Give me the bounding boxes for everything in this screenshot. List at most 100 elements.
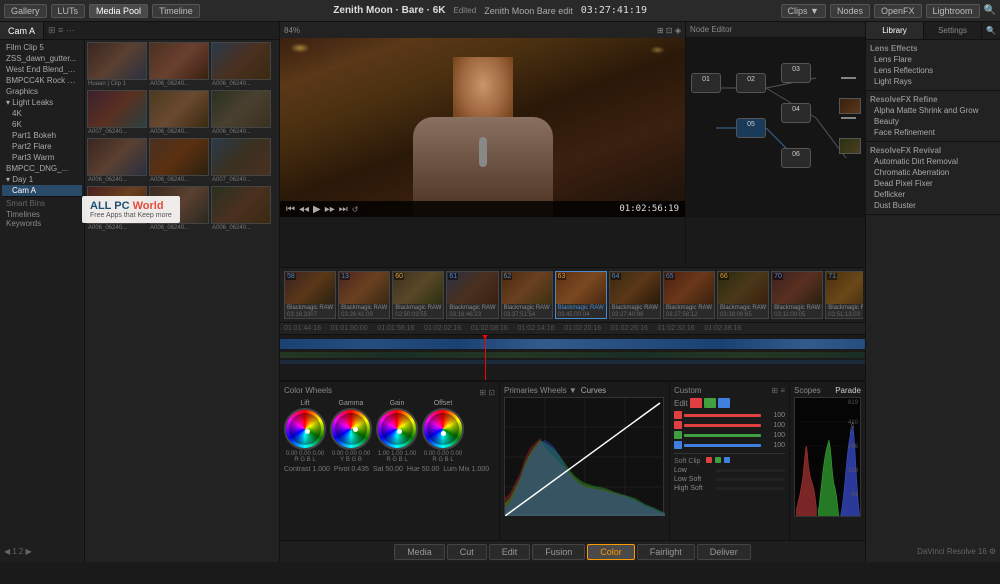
cut-tab[interactable]: Cut: [447, 544, 487, 560]
strip-clip-58[interactable]: 58 Blackmagic RAW 03:16:3307: [284, 271, 336, 319]
search-icon-rp[interactable]: 🔍: [982, 22, 1000, 39]
slider-1[interactable]: [684, 414, 761, 417]
prev-frame-btn[interactable]: ⏮: [286, 204, 295, 215]
timelines-item[interactable]: Timelines: [6, 210, 78, 219]
gallery-btn[interactable]: Gallery: [4, 4, 47, 18]
edit-blue[interactable]: [718, 398, 730, 408]
lib-deflicker[interactable]: Deflicker: [870, 189, 996, 200]
low-slider[interactable]: [716, 469, 785, 472]
thumb-2[interactable]: A006_06240...: [149, 42, 209, 88]
center-area: 84% ⊞ ⊡ ◈: [280, 22, 865, 562]
thumb-3[interactable]: A006_06240...: [211, 42, 271, 88]
lib-alpha-matte[interactable]: Alpha Matte Shrink and Grow: [870, 105, 996, 116]
node-1[interactable]: 01: [691, 73, 721, 93]
nodes-btn[interactable]: Nodes: [830, 4, 870, 18]
node-2[interactable]: 02: [736, 73, 766, 93]
gain-circle[interactable]: [376, 408, 418, 450]
play-back-btn[interactable]: ◂◂: [299, 204, 309, 215]
slider-3[interactable]: [684, 434, 761, 437]
strip-clip-64[interactable]: 64 Blackmagic RAW 03:27:40:96: [609, 271, 661, 319]
resolvefx-revival-title: ResolveFX Revival: [870, 145, 996, 156]
node-6[interactable]: 06: [781, 148, 811, 168]
lib-dead-pixel[interactable]: Dead Pixel Fixer: [870, 178, 996, 189]
fairlight-tab[interactable]: Fairlight: [637, 544, 695, 560]
tree-film-clip5[interactable]: Film Clip 5: [2, 42, 82, 53]
edit-red[interactable]: [690, 398, 702, 408]
tree-bmpcc-dng[interactable]: BMPCC_DNG_...: [2, 163, 82, 174]
thumb-9[interactable]: A007_06240...: [211, 138, 271, 184]
gamma-circle[interactable]: [330, 408, 372, 450]
deliver-tab[interactable]: Deliver: [697, 544, 751, 560]
thumb-6[interactable]: A006_06240...: [211, 90, 271, 136]
low-soft-slider[interactable]: [716, 478, 785, 481]
lib-auto-dirt[interactable]: Automatic Dirt Removal: [870, 156, 996, 167]
tree-part1[interactable]: Part1 Bokeh: [2, 130, 82, 141]
lib-chromatic[interactable]: Chromatic Aberration: [870, 167, 996, 178]
openfx-btn[interactable]: OpenFX: [874, 4, 922, 18]
settings-tab[interactable]: Settings: [924, 22, 982, 39]
strip-clip-65[interactable]: 65 Blackmagic RAW 03:27:58:12: [663, 271, 715, 319]
tree-cama[interactable]: Cam A: [2, 185, 82, 196]
lib-dust-buster[interactable]: Dust Buster: [870, 200, 996, 211]
high-soft-slider[interactable]: [716, 487, 785, 490]
tree-zss[interactable]: ZSS_dawn_gutter...: [2, 53, 82, 64]
lib-beauty[interactable]: Beauty: [870, 116, 996, 127]
slider-fill-2: [684, 424, 761, 427]
strip-clip-13[interactable]: 13 Blackmagic RAW 03:26:41:09: [338, 271, 390, 319]
lightroom-btn[interactable]: Lightroom: [926, 4, 980, 18]
edit-green[interactable]: [704, 398, 716, 408]
tree-bmpcc4k[interactable]: BMPCC4K Rock &...: [2, 75, 82, 86]
cam-a-tab[interactable]: Cam A: [0, 22, 44, 39]
color-tab[interactable]: Color: [587, 544, 635, 560]
strip-clip-63[interactable]: 63 Blackmagic RAW 03:45:00:04: [555, 271, 607, 319]
lib-lens-flare[interactable]: Lens Flare: [870, 54, 996, 65]
fusion-tab[interactable]: Fusion: [532, 544, 585, 560]
tree-west-end[interactable]: West End Blend_K...: [2, 64, 82, 75]
lib-face-refinement[interactable]: Face Refinement: [870, 127, 996, 138]
thumb-8[interactable]: A006_06240...: [149, 138, 209, 184]
luts-btn[interactable]: LUTs: [51, 4, 86, 18]
strip-clip-61[interactable]: 61 Blackmagic RAW 03:16:46:23: [446, 271, 498, 319]
thumb-7[interactable]: A006_06240...: [87, 138, 147, 184]
media-pool-btn[interactable]: Media Pool: [89, 4, 148, 18]
clip-num-70: 70: [773, 273, 783, 280]
tree-light-leaks[interactable]: ▾ Light Leaks: [2, 97, 82, 108]
strip-clip-62[interactable]: 62 Blackmagic RAW 03:37:51:54: [501, 271, 553, 319]
tree-graphics[interactable]: Graphics: [2, 86, 82, 97]
thumb-4[interactable]: A007_06240...: [87, 90, 147, 136]
tree-day1[interactable]: ▾ Day 1: [2, 174, 82, 185]
lift-circle[interactable]: [284, 408, 326, 450]
panel-controls[interactable]: ⊞ ≡ ⋯: [44, 25, 79, 36]
play-btn[interactable]: ▶: [313, 204, 321, 215]
slider-2[interactable]: [684, 424, 761, 427]
thumb-1[interactable]: Huaan | Clip 1: [87, 42, 147, 88]
lib-light-rays[interactable]: Light Rays: [870, 76, 996, 87]
library-tab[interactable]: Library: [866, 22, 924, 39]
media-tab[interactable]: Media: [394, 544, 445, 560]
tree-part2[interactable]: Part2 Flare: [2, 141, 82, 152]
offset-circle[interactable]: [422, 408, 464, 450]
tree-part3[interactable]: Part3 Warm: [2, 152, 82, 163]
curves-canvas[interactable]: [504, 397, 664, 515]
tree-4k[interactable]: 4K: [2, 108, 82, 119]
strip-clip-71[interactable]: 71 Blackmagic RAW 03:51:13:03: [825, 271, 863, 319]
loop-btn[interactable]: ↺: [352, 205, 359, 214]
node-3[interactable]: 03: [781, 63, 811, 83]
play-fwd-btn[interactable]: ▸▸: [325, 204, 335, 215]
next-frame-btn[interactable]: ⏭: [339, 204, 348, 215]
lib-lens-reflections[interactable]: Lens Reflections: [870, 65, 996, 76]
node-5[interactable]: 05: [736, 118, 766, 138]
search-icon[interactable]: 🔍: [984, 5, 996, 16]
tree-6k[interactable]: 6K: [2, 119, 82, 130]
thumb-12[interactable]: A006_06240...: [211, 186, 271, 232]
keywords-item[interactable]: Keywords: [6, 219, 78, 228]
thumb-5[interactable]: A006_06240...: [149, 90, 209, 136]
timeline-btn[interactable]: Timeline: [152, 4, 200, 18]
edit-tab[interactable]: Edit: [489, 544, 531, 560]
strip-clip-66[interactable]: 66 Blackmagic RAW 03:38:06:65: [717, 271, 769, 319]
node-4[interactable]: 04: [781, 103, 811, 123]
strip-clip-70[interactable]: 70 Blackmagic RAW 03:11:00:05: [771, 271, 823, 319]
slider-4[interactable]: [684, 444, 761, 447]
strip-clip-60[interactable]: 60 Blackmagic RAW 02:50:03:55: [392, 271, 444, 319]
clips-btn[interactable]: Clips ▼: [781, 4, 826, 18]
